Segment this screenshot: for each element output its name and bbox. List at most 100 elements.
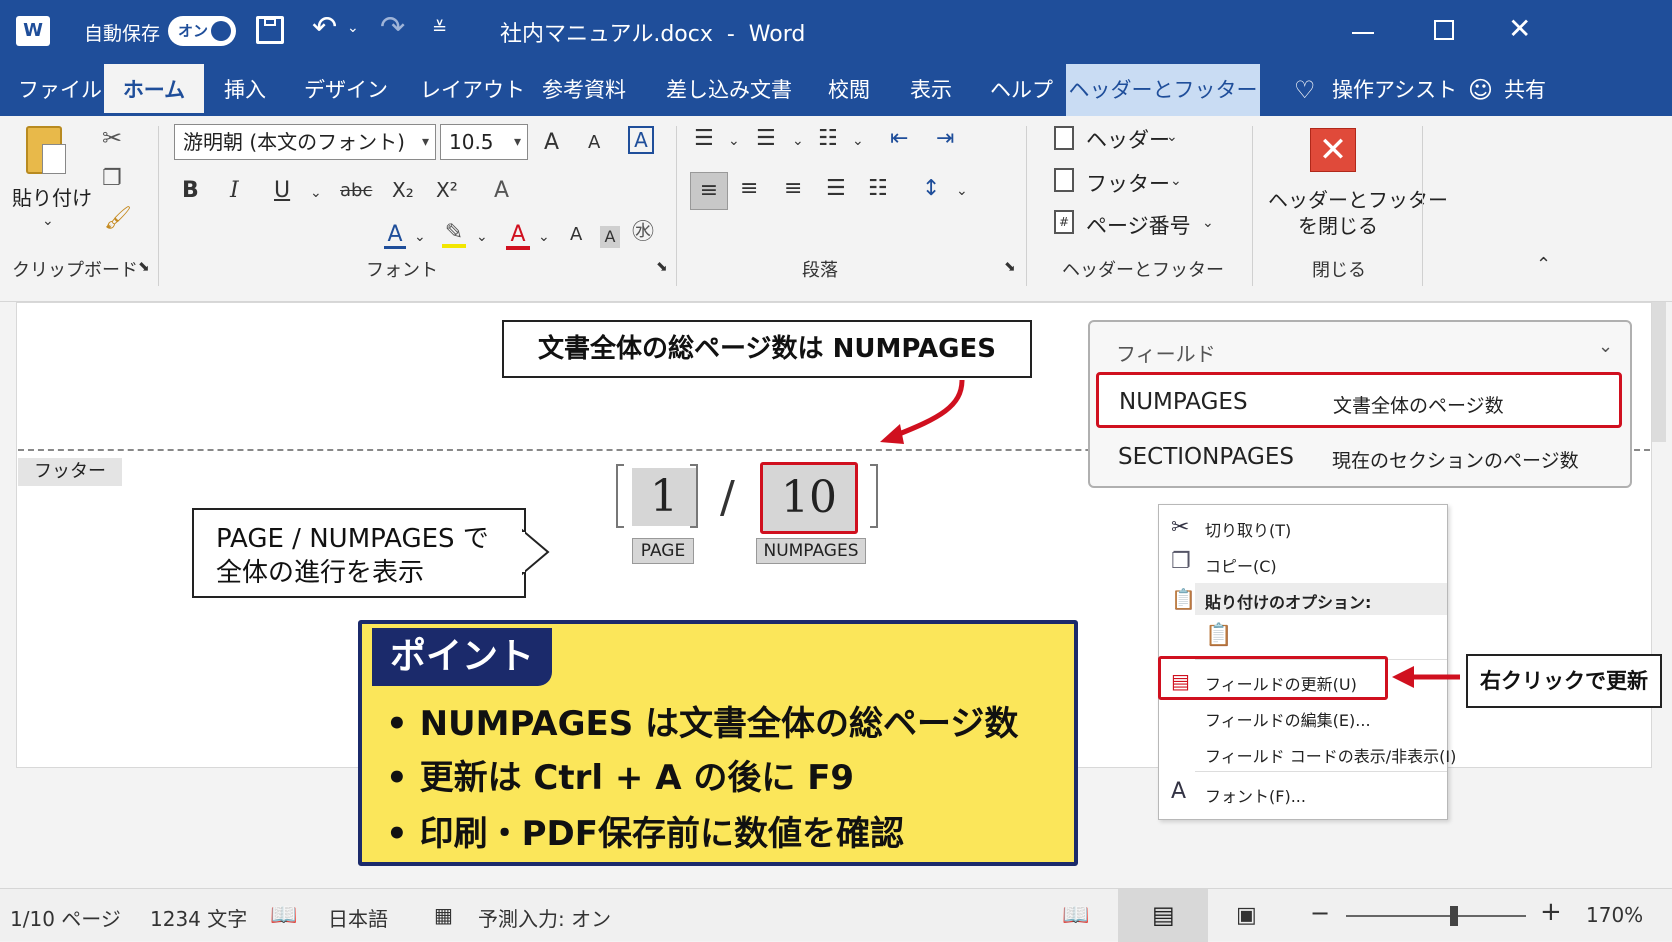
footer-icon[interactable] <box>1054 168 1074 192</box>
font-name-combo[interactable]: 游明朝 (本文のフォント) ▾ <box>174 124 436 160</box>
dropdown-icon[interactable]: ⌄ <box>956 184 968 198</box>
redo-icon[interactable]: ↷ <box>380 10 405 45</box>
dropdown-icon[interactable]: ⌄ <box>538 230 550 244</box>
align-center-icon[interactable]: ≡ <box>740 178 758 200</box>
dropdown-icon[interactable]: ⌄ <box>414 230 426 244</box>
dropdown-icon[interactable]: ⌄ <box>792 134 804 148</box>
font-color-icon[interactable]: A <box>506 224 530 250</box>
align-left-icon[interactable]: ≡ <box>690 172 728 210</box>
book-icon[interactable]: 📖 <box>270 903 297 928</box>
enclose-char-icon[interactable]: ㊌ <box>632 222 654 244</box>
dropdown-icon[interactable]: ⌄ <box>1202 216 1214 230</box>
chevron-down-icon[interactable]: ⌄ <box>1598 336 1613 357</box>
lightbulb-icon[interactable]: ♡ <box>1294 64 1316 116</box>
zoom-slider-thumb[interactable] <box>1450 906 1458 926</box>
menu-cut[interactable]: 切り取り(T) <box>1205 517 1291 541</box>
autosave-toggle[interactable]: オン <box>168 16 236 46</box>
menu-toggle-field-codes[interactable]: フィールド コードの表示/非表示(I) <box>1205 743 1456 767</box>
multilevel-list-icon[interactable]: ☷ <box>818 128 838 150</box>
tab-review[interactable]: 校閲 <box>828 64 870 116</box>
paste-icon[interactable] <box>26 126 66 174</box>
shrink-font-icon[interactable]: A <box>588 134 600 152</box>
restore-icon[interactable] <box>1434 20 1454 40</box>
zoom-out-button[interactable]: − <box>1310 899 1330 927</box>
paragraph-launcher-icon[interactable]: ⬊ <box>1004 260 1016 274</box>
font-launcher-icon[interactable]: ⬊ <box>656 260 668 274</box>
paste-button-label[interactable]: 貼り付け <box>12 182 92 211</box>
tab-view[interactable]: 表示 <box>910 64 952 116</box>
tab-references[interactable]: 参考資料 <box>542 64 626 116</box>
format-painter-icon[interactable]: 🖌 <box>104 208 132 230</box>
line-spacing-icon[interactable]: ↕ <box>922 178 940 200</box>
text-effects-icon[interactable]: A <box>494 180 509 202</box>
collapse-ribbon-icon[interactable]: ⌃ <box>1536 256 1551 274</box>
tab-insert[interactable]: 挿入 <box>224 64 266 116</box>
vertical-scrollbar[interactable] <box>1652 302 1666 442</box>
superscript-button[interactable]: X² <box>436 180 458 200</box>
web-layout-icon[interactable]: ▣ <box>1236 903 1257 928</box>
menu-copy[interactable]: コピー(C) <box>1205 553 1277 577</box>
tab-layout[interactable]: レイアウト <box>420 64 525 116</box>
tab-home[interactable]: ホーム <box>104 64 204 116</box>
save-icon[interactable] <box>256 16 284 44</box>
header-button[interactable]: ヘッダー <box>1086 124 1170 154</box>
highlighter-icon[interactable]: ✎ <box>442 222 466 248</box>
header-icon[interactable] <box>1054 126 1074 150</box>
bold-button[interactable]: B <box>182 180 199 202</box>
underline-button[interactable]: U <box>274 180 290 202</box>
tell-me-input[interactable]: 操作アシスト <box>1332 64 1457 116</box>
clipboard-launcher-icon[interactable]: ⬊ <box>138 260 150 274</box>
tab-help[interactable]: ヘルプ <box>990 64 1053 116</box>
strikethrough-button[interactable]: abc <box>340 182 372 200</box>
field-row-sectionpages[interactable]: SECTIONPAGES 現在のセクションのページ数 <box>1096 432 1622 482</box>
zoom-level[interactable]: 170% <box>1586 903 1643 927</box>
numbering-icon[interactable]: ☰ <box>756 128 776 150</box>
predictive-input[interactable]: 予測入力: オン <box>478 903 611 932</box>
font-color-blue-icon[interactable]: A <box>384 224 406 249</box>
distributed-icon[interactable]: ☷ <box>868 178 888 200</box>
share-button[interactable]: 共有 <box>1504 64 1546 116</box>
word-count[interactable]: 1234 文字 <box>150 903 247 932</box>
subscript-button[interactable]: X₂ <box>392 180 414 200</box>
minimize-icon[interactable] <box>1352 32 1374 34</box>
dropdown-icon[interactable]: ⌄ <box>728 134 740 148</box>
copy-icon[interactable]: ❐ <box>102 168 122 190</box>
menu-font[interactable]: フォント(F)... <box>1205 783 1306 807</box>
zoom-in-button[interactable]: + <box>1540 897 1562 927</box>
close-header-footer-label-2[interactable]: を閉じる <box>1298 210 1378 239</box>
numpages-field[interactable]: 10 <box>760 462 858 534</box>
tab-header-footer[interactable]: ヘッダーとフッター <box>1066 64 1260 116</box>
print-layout-button[interactable]: ▤ <box>1118 889 1208 942</box>
word-app-icon[interactable]: W <box>16 16 50 46</box>
page-number-button[interactable]: ページ番号 <box>1086 210 1191 240</box>
read-mode-icon[interactable]: 📖 <box>1062 903 1089 928</box>
char-shading-icon[interactable]: A <box>600 226 620 248</box>
dropdown-icon[interactable]: ⌄ <box>1170 174 1182 188</box>
increase-indent-icon[interactable]: ⇥ <box>936 128 954 150</box>
font-size-combo[interactable]: 10.5 ▾ <box>440 124 528 160</box>
tab-mailings[interactable]: 差し込み文書 <box>666 64 792 116</box>
undo-icon[interactable]: ↶ <box>312 10 337 45</box>
page-field[interactable]: 1 <box>632 468 696 526</box>
zoom-slider[interactable] <box>1346 906 1526 926</box>
align-right-icon[interactable]: ≡ <box>784 178 802 200</box>
paste-keep-source-icon[interactable]: 📋 <box>1205 623 1232 648</box>
dropdown-icon[interactable]: ⌄ <box>1166 130 1178 144</box>
tab-file[interactable]: ファイル <box>18 64 102 116</box>
underline-dropdown-icon[interactable]: ⌄ <box>310 186 322 200</box>
close-header-footer-label-1[interactable]: ヘッダーとフッター <box>1268 184 1448 213</box>
close-header-footer-icon[interactable]: ✕ <box>1310 128 1356 172</box>
change-case-icon[interactable]: A <box>628 126 654 154</box>
page-count[interactable]: 1/10 ページ <box>10 903 121 932</box>
phonetic-guide-icon[interactable]: A <box>570 226 582 244</box>
cut-icon[interactable]: ✂ <box>102 126 122 150</box>
grow-font-icon[interactable]: A <box>544 132 559 154</box>
customize-qat-icon[interactable]: ≚ <box>432 18 447 39</box>
justify-icon[interactable]: ☰ <box>826 178 846 200</box>
close-window-icon[interactable]: ✕ <box>1508 12 1531 45</box>
decrease-indent-icon[interactable]: ⇤ <box>890 128 908 150</box>
dropdown-icon[interactable]: ⌄ <box>476 230 488 244</box>
paste-dropdown-icon[interactable]: ⌄ <box>42 214 54 228</box>
footer-button[interactable]: フッター <box>1086 168 1170 198</box>
undo-dropdown-icon[interactable]: ⌄ <box>347 20 359 36</box>
